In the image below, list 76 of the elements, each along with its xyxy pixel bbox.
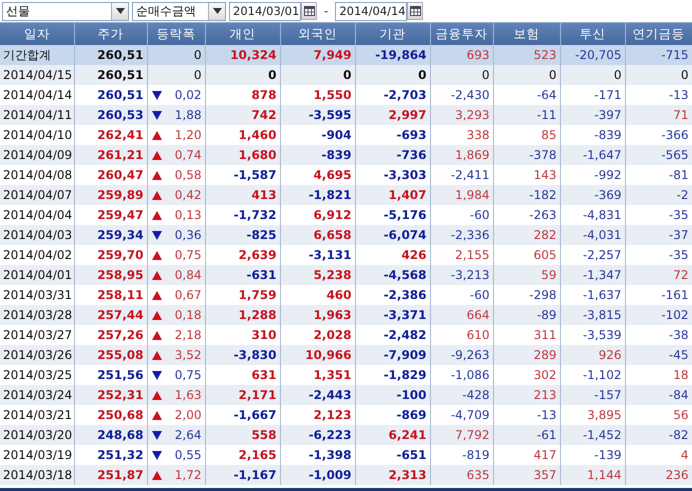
column-header[interactable]: 금융투자 — [430, 23, 493, 45]
table-cell: 0,36 — [174, 228, 202, 242]
summary-row[interactable]: 기간합계 260,51 0 10,324 7,949 -19,864 693 523 -20,705 -715 — [0, 45, 692, 65]
table-row[interactable]: 2014/03/25 251,56 0,75 631 1,351 -1,829 -1,086 302 -1,102 18 — [0, 365, 692, 385]
dropdown-button[interactable] — [208, 2, 225, 20]
market-select[interactable]: 선물 — [2, 2, 129, 20]
table-cell: 0,67 — [174, 288, 202, 302]
table-cell: 236 — [625, 465, 692, 485]
table-cell: 0,55 — [174, 448, 202, 462]
table-cell: 0,13 — [174, 208, 202, 222]
table-cell: 1,20 — [174, 128, 202, 142]
date-separator: - — [323, 4, 330, 18]
column-header[interactable]: 외국인 — [280, 23, 355, 45]
calendar-button[interactable] — [407, 2, 424, 20]
table-row[interactable]: 2014/03/20 248,68 2,64 558 -6,223 6,241 7,792 -61 -1,452 -82 — [0, 425, 692, 445]
table-cell: 0,58 — [174, 168, 202, 182]
calendar-button[interactable] — [301, 2, 317, 20]
table-row[interactable]: 2014/04/08 260,47 0,58 -1,587 4,695 -3,303 -2,411 143 -992 -81 — [0, 165, 692, 185]
table-row[interactable]: 2014/04/02 259,70 0,75 2,639 -3,131 426 2,155 605 -2,257 -35 — [0, 245, 692, 265]
table-cell: 251,87 — [74, 465, 147, 485]
column-header[interactable]: 보험 — [493, 23, 560, 45]
table-row[interactable]: 2014/03/28 257,44 0,18 1,288 1,963 -3,371 664 -89 -3,815 -102 — [0, 305, 692, 325]
table-row[interactable]: 2014/03/26 255,08 3,52 -3,830 10,966 -7,909 -9,263 289 926 -45 — [0, 345, 692, 365]
table-cell: 635 — [430, 465, 493, 485]
table-cell: -1,009 — [280, 465, 355, 485]
calendar-icon — [410, 6, 421, 16]
table-cell: 3,52 — [174, 348, 202, 362]
table-cell: 0,42 — [174, 188, 202, 202]
table-cell: 0,75 — [174, 248, 202, 262]
table-row[interactable]: 2014/03/31 258,11 0,67 1,759 460 -2,386 -60 -298 -1,637 -161 — [0, 285, 692, 305]
table-row[interactable]: 2014/04/09 261,21 0,74 1,680 -839 -736 1,869 -378 -1,647 -565 — [0, 145, 692, 165]
table-row[interactable]: 2014/03/18 251,87 1,72 -1,167 -1,009 2,313 635 357 1,144 236 — [0, 465, 692, 485]
table-row[interactable]: 2014/04/07 259,89 0,42 413 -1,821 1,407 1,984 -182 -369 -2 — [0, 185, 692, 205]
table-row[interactable]: 2014/04/15 260,51 0 0 0 0 0 0 0 0 — [0, 65, 692, 85]
table-row[interactable]: 2014/03/19 251,32 0,55 2,165 -1,398 -651 -819 417 -139 4 — [0, 445, 692, 465]
table-cell: 0 — [194, 68, 202, 82]
table-row[interactable]: 2014/04/01 258,95 0,84 -631 5,238 -4,568 -3,213 59 -1,347 72 — [0, 265, 692, 285]
table-row[interactable]: 2014/04/04 259,47 0,13 -1,732 6,912 -5,176 -60 -263 -4,831 -35 — [0, 205, 692, 225]
table-cell: 2014/03/18 — [0, 465, 74, 485]
table-row[interactable]: 2014/03/24 252,31 1,63 2,171 -2,443 -100 -428 213 -157 -84 — [0, 385, 692, 405]
table-row[interactable]: 2014/04/11 260,53 1,88 742 -3,595 2,997 3,293 -11 -397 71 — [0, 105, 692, 125]
table-row[interactable]: 2014/03/21 250,68 2,00 -1,667 2,123 -869 -4,709 -13 3,895 56 — [0, 405, 692, 425]
table-cell: 2,64 — [174, 428, 202, 442]
table-row[interactable]: 2014/04/14 260,51 0,02 878 1,550 -2,703 -2,430 -64 -171 -13 — [0, 85, 692, 105]
table-cell: 0,18 — [174, 308, 202, 322]
column-header[interactable]: 주가 — [74, 23, 147, 45]
table-cell: 2,00 — [174, 408, 202, 422]
dropdown-caret-icon — [212, 8, 222, 14]
table-cell: 0,75 — [174, 368, 202, 382]
end-date-field[interactable]: 2014/04/14 — [335, 2, 408, 20]
column-header[interactable]: 투신 — [560, 23, 625, 45]
table-cell: 0,84 — [174, 268, 202, 282]
column-header[interactable]: 개인 — [205, 23, 280, 45]
dropdown-caret-icon — [116, 8, 124, 14]
table-cell: 1,88 — [174, 108, 202, 122]
column-header[interactable]: 연기금등 — [625, 23, 692, 45]
table-row[interactable]: 2014/04/10 262,41 1,20 1,460 -904 -693 338 85 -839 -366 — [0, 125, 692, 145]
column-header[interactable]: 기관 — [355, 23, 430, 45]
table-cell: 1,63 — [174, 388, 202, 402]
table-cell: 0 — [194, 48, 202, 62]
column-header[interactable]: 등락폭 — [147, 23, 205, 45]
table-cell: 0,74 — [174, 148, 202, 162]
table-cell: 1,144 — [560, 465, 625, 485]
dropdown-button[interactable] — [111, 2, 128, 20]
measure-select[interactable]: 순매수금액 — [132, 2, 226, 20]
calendar-icon — [304, 6, 314, 16]
start-date-field[interactable]: 2014/03/01 — [229, 2, 301, 20]
table-cell: 357 — [493, 465, 560, 485]
table-cell: 1,72 — [174, 468, 202, 482]
table-row[interactable]: 2014/03/27 257,26 2,18 310 2,028 -2,482 610 311 -3,539 -38 — [0, 325, 692, 345]
table-cell: 0,02 — [174, 88, 202, 102]
table-cell: 2,18 — [174, 328, 202, 342]
table-row[interactable]: 2014/04/03 259,34 0,36 -825 6,658 -6,074 -2,336 282 -4,031 -37 — [0, 225, 692, 245]
table-cell: -1,167 — [205, 465, 280, 485]
column-header[interactable]: 일자 — [0, 23, 74, 45]
table-cell: 2,313 — [355, 465, 430, 485]
